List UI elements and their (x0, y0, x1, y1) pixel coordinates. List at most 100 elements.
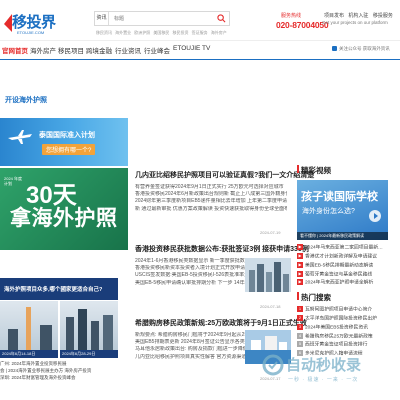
search-bar: 资讯 (94, 11, 230, 26)
article-title[interactable]: 几内亚比绍移民护照项目可以验证真假?我们一文介绍清楚 (135, 170, 314, 180)
top-link-service[interactable]: 移投服务 (373, 13, 393, 19)
hot-search-item[interactable]: 6 多米尼克护照入籍申请流程 (297, 350, 397, 359)
passport-topic-title: 海外护照项目众多,哪个國家更适合自己? (4, 287, 103, 293)
expo-image-caption: 2024年6月14-18日 (0, 350, 58, 358)
nav-item-summit[interactable]: 行业峰会 (144, 45, 170, 55)
hot-word[interactable]: 移民资讯 (96, 30, 112, 35)
passport-banner-year: 2024 年度计划 (4, 176, 23, 186)
nav-underline (0, 59, 400, 60)
thailand-banner-button[interactable]: 您想拥有哪一个? (42, 144, 96, 155)
video-list: ▶ 2024年马来西亚第二家园项目最新… ▶ 香港优才计划新政详解及申请建议 ▶ 美国… (297, 244, 397, 288)
hot-search-item[interactable]: 5 西班牙黄金签证项目投资排行 (297, 341, 397, 350)
expo-caption-2[interactable]: 会 | 2024海外置业移民展主办方 海外房产投资 (0, 367, 120, 374)
article-thumbnail[interactable] (245, 258, 291, 292)
video-headline: 孩子读国际学校 (301, 191, 378, 203)
passport-topic-card[interactable]: 海外护照项目众多,哪个國家更适合自己? (0, 278, 118, 300)
hotline-number[interactable]: 020-87004050 (276, 20, 329, 30)
section-marker (297, 292, 299, 300)
video-list-item[interactable]: ▶ 美国EB-5移民排期最新动态解读 (297, 261, 397, 271)
hotline-label: 服务热线 (281, 13, 302, 19)
expo-image-shenzhen[interactable]: 2024年6月28-29日 (60, 301, 118, 358)
article-line[interactable]: 香港投资移民2024年6月新政策出台规则新 截止上八成第三国外籍身份曝光 (135, 191, 287, 198)
search-category-select[interactable]: 资讯 (95, 12, 109, 25)
nav-item-finance[interactable]: 跨境金融 (86, 45, 112, 55)
article-line[interactable]: 有营养金签证获得2024年9月1日正式实行 25万欧元可选择对应城市 (135, 184, 287, 191)
article-title[interactable]: 希腊购房移民政策新规:25万欧政策将于9月1日正式生效 (135, 318, 307, 328)
nav-item-news[interactable]: 行业资讯 (115, 45, 141, 55)
hot-search-item[interactable]: 4 希腊购房移民25万欧元最新政策 (297, 332, 397, 342)
hot-word[interactable]: 美国移民 (153, 30, 169, 35)
expo-image-caption: 2024年6月28-29日 (60, 350, 118, 358)
wechat-icon (332, 46, 337, 52)
top-link-publish[interactable]: 项目发布 (324, 13, 344, 19)
hot-search-item[interactable]: 1 瓦努阿图护照项目申请中心简介 (297, 306, 397, 315)
nav-follow[interactable]: 关注公众号 获取海外资讯 (332, 46, 390, 52)
expo-image-guangzhou[interactable]: 2024年6月14-18日 (0, 301, 58, 358)
canton-tower (26, 307, 31, 351)
expo-captions: 广州: 2024年海外置业投资移民展 会 | 2024海外置业移民展主办方 海外… (0, 360, 120, 381)
hot-word[interactable]: 海外置业 (115, 30, 131, 35)
watermark-subtext: 一秒 · 极速 · 一来 · 一次 (288, 377, 359, 383)
nav-item-tv[interactable]: ETOUJIE TV (173, 45, 210, 52)
nav-follow-label: 关注公众号 获取海外资讯 (339, 46, 390, 51)
hot-word[interactable]: 海外房产 (211, 30, 227, 35)
city-thumbnail-image (245, 258, 291, 292)
article-line[interactable]: 2024年1-6月香港移民类数据显示 新一季度获批数据显示 2024年 (135, 258, 245, 265)
video-list-item[interactable]: ▶ 香港优才计划新政详解及申请建议 (297, 252, 397, 262)
article-date: 2024-07-17 (260, 376, 281, 381)
expo-caption-3[interactable]: 深圳: 2024年财富管理及海外投资峰会 (0, 374, 120, 381)
header-divider (0, 40, 400, 41)
hot-word[interactable]: 移民投资 (173, 30, 189, 35)
article-line[interactable]: 美国EB5排期表更新 2024年8月签证公告显示各类别排期动态汇总 (135, 339, 245, 346)
expo-caption-1[interactable]: 广州: 2024年海外置业投资移民展 (0, 360, 120, 367)
article-line[interactable]: USCIS签发数据:美国EB-5投资移民I-526表批准率为60.9% (135, 272, 245, 279)
article-line[interactable]: 新 通过最新审批 优惠方案政策解读 投资快速获批取得身份全球全面布局 (135, 206, 287, 213)
video-list-item[interactable]: ▶ 葡萄牙黄金签证与基金移民路线 (297, 270, 397, 280)
thailand-banner[interactable]: 泰国国际准入计划 您想拥有哪一个? (0, 118, 128, 166)
search-icon[interactable] (217, 14, 226, 23)
hot-search-item[interactable]: 3 2024年美国EB5投资移民资讯 (297, 323, 397, 333)
expo-images: 2024年6月14-18日 2024年6月28-29日 (0, 301, 118, 359)
article-date: 2024-07-19 (260, 230, 281, 235)
passport-banner-slogan: 拿海外护照 (10, 207, 118, 230)
nav-item-property[interactable]: 海外房产 (30, 45, 56, 55)
video-caption: 看不懂你 | 2024年最新移民政策解读 (297, 232, 388, 240)
article-line[interactable]: 2024财年第三季度新项目EB5递件量相比去年增加 上年第二季度申请数量大 (135, 198, 287, 205)
article-summary: 有营养金签证获得2024年9月1日正式实行 25万欧元可选择对应城市 香港投资移… (135, 184, 287, 213)
article-line[interactable]: 美国EB-5移民申请确认审批排期分析 下一步 14年移民新情况 (135, 280, 245, 287)
search-input[interactable] (114, 12, 209, 25)
article-line[interactable]: 香港投资移民新资本投资者入境计划正式开放申请 截至6月已接获申请 (135, 265, 245, 272)
greece-thumbnail-image (245, 330, 291, 364)
top-banner-text[interactable]: 开设海外护照 (5, 95, 47, 105)
play-icon[interactable] (369, 210, 381, 222)
nav-item-immigration[interactable]: 移民项目 (58, 45, 84, 55)
article-line[interactable]: 新规要点: 希腊购房移民门槛将于2024年9月起从25万欧元调整 (135, 332, 245, 339)
logo-subtext: ETOUJIE.COM (17, 30, 45, 35)
video-subline: 海外身份怎么选? (302, 208, 355, 215)
article-summary: 2024年1-6月香港移民类数据显示 新一季度获批数据显示 2024年 香港投资… (135, 258, 245, 287)
article-thumbnail[interactable] (245, 330, 291, 364)
section-marker (297, 165, 299, 173)
nav-item-home[interactable]: 官网首页 (2, 45, 28, 55)
video-list-item[interactable]: ▶ 2024年马来西亚护照申请全解析 (297, 279, 397, 288)
video-list-item[interactable]: ▶ 2024年马来西亚第二家园项目最新… (297, 244, 397, 253)
passport-banner[interactable]: 2024 年度计划 30天 拿海外护照 (0, 168, 128, 250)
hot-word[interactable]: 签证服务 (192, 30, 208, 35)
logo-text: 移投界 (12, 14, 56, 31)
article-summary: 新规要点: 希腊购房移民门槛将于2024年9月起从25万欧元调整 美国EB5排期… (135, 332, 245, 361)
hot-word[interactable]: 欧洲护照 (134, 30, 150, 35)
top-link-join[interactable]: 机构入驻 (348, 13, 368, 19)
top-links: 项目发布 机构入驻 移投服务 (324, 12, 396, 19)
article-line[interactable]: 马耳他永居新政策出台: 购房及捐款门槛进一步降低 无需登陆 (135, 346, 245, 353)
article-title[interactable]: 香港投资移民获批数据公布:获批签证3例 接获申请339例 (135, 244, 309, 254)
airplane-icon (8, 130, 32, 144)
article-item: 几内亚比绍移民护照项目可以验证真假?我们一文介绍清楚 有营养金签证获得2024年… (135, 170, 314, 213)
hot-search-item[interactable]: 2 太平洋岛国护照国际投资移民出炉 (297, 314, 397, 324)
hot-search-title: 热门搜索 (301, 293, 331, 302)
top-tagline: Get your projects on our platform (322, 20, 388, 25)
article-date: 2024-07-18 (260, 304, 281, 309)
featured-video[interactable]: 孩子读国际学校 海外身份怎么选? 看不懂你 | 2024年最新移民政策解读 (297, 180, 388, 240)
thailand-banner-title: 泰国国际准入计划 (39, 132, 95, 139)
main-nav: 官网首页 海外房产 移民项目 跨境金融 行业资讯 行业峰会 ETOUJIE TV… (0, 42, 400, 58)
article-line[interactable]: 几内亚比绍移民护照项目真实性解答 官方资源渠道 (135, 354, 245, 361)
